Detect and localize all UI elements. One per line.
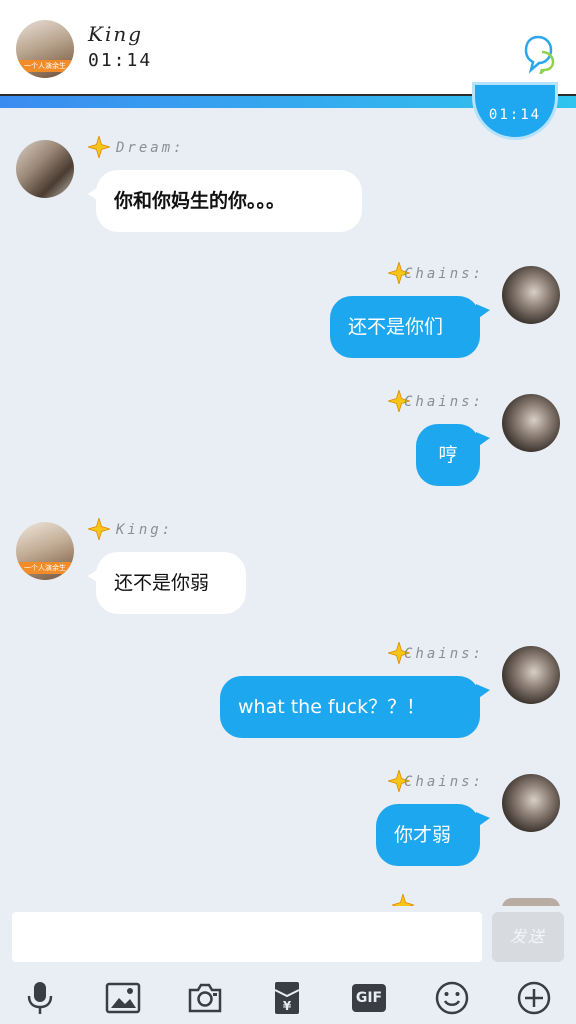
message-bubble[interactable]: 还不是你们 <box>330 296 480 358</box>
gif-label: GIF <box>352 984 386 1012</box>
message-bubble[interactable]: 哼 <box>416 424 480 486</box>
header-avatar[interactable]: 一个人演余生 <box>16 20 74 78</box>
sender-name: Chains: <box>403 394 484 410</box>
camera-icon[interactable] <box>187 980 223 1016</box>
image-icon[interactable] <box>105 980 141 1016</box>
contact-name: King <box>88 22 144 46</box>
red-packet-icon[interactable]: ¥ <box>269 980 305 1016</box>
input-area: 发送 ¥ GIF <box>0 906 576 1024</box>
input-toolbar: ¥ GIF <box>0 972 576 1024</box>
avatar[interactable] <box>502 774 560 832</box>
header-time: 01:14 <box>88 50 153 71</box>
plus-icon[interactable] <box>516 980 552 1016</box>
message-bubble[interactable]: 还不是你弱 <box>96 552 246 614</box>
send-button[interactable]: 发送 <box>492 912 564 962</box>
avatar[interactable] <box>502 646 560 704</box>
microphone-icon[interactable] <box>22 980 58 1016</box>
message-input[interactable] <box>12 912 482 962</box>
svg-text:¥: ¥ <box>283 999 292 1013</box>
sender-name: Chains: <box>403 266 484 282</box>
message-bubble[interactable]: what the fuck？？！ <box>220 676 480 738</box>
avatar[interactable] <box>16 140 74 198</box>
emoji-icon[interactable] <box>434 980 470 1016</box>
avatar[interactable] <box>502 394 560 452</box>
star-icon <box>88 518 110 540</box>
time-indicator: 01:14 <box>472 82 558 140</box>
gif-icon[interactable]: GIF <box>352 980 388 1016</box>
sender-name: Dream: <box>116 140 185 156</box>
avatar-caption: 一个人演余生 <box>16 562 74 574</box>
star-icon <box>88 136 110 158</box>
qq-buddy-icon[interactable] <box>520 34 556 74</box>
avatar[interactable] <box>502 266 560 324</box>
sender-name: Chains: <box>403 646 484 662</box>
sender-name: Chains: <box>403 774 484 790</box>
message-bubble[interactable]: 你才弱 <box>376 804 480 866</box>
message-bubble[interactable]: 你和你妈生的你。。。 <box>96 170 362 232</box>
avatar[interactable]: 一个人演余生 <box>16 522 74 580</box>
avatar-caption: 一个人演余生 <box>16 60 74 72</box>
sender-name: King: <box>116 522 174 538</box>
